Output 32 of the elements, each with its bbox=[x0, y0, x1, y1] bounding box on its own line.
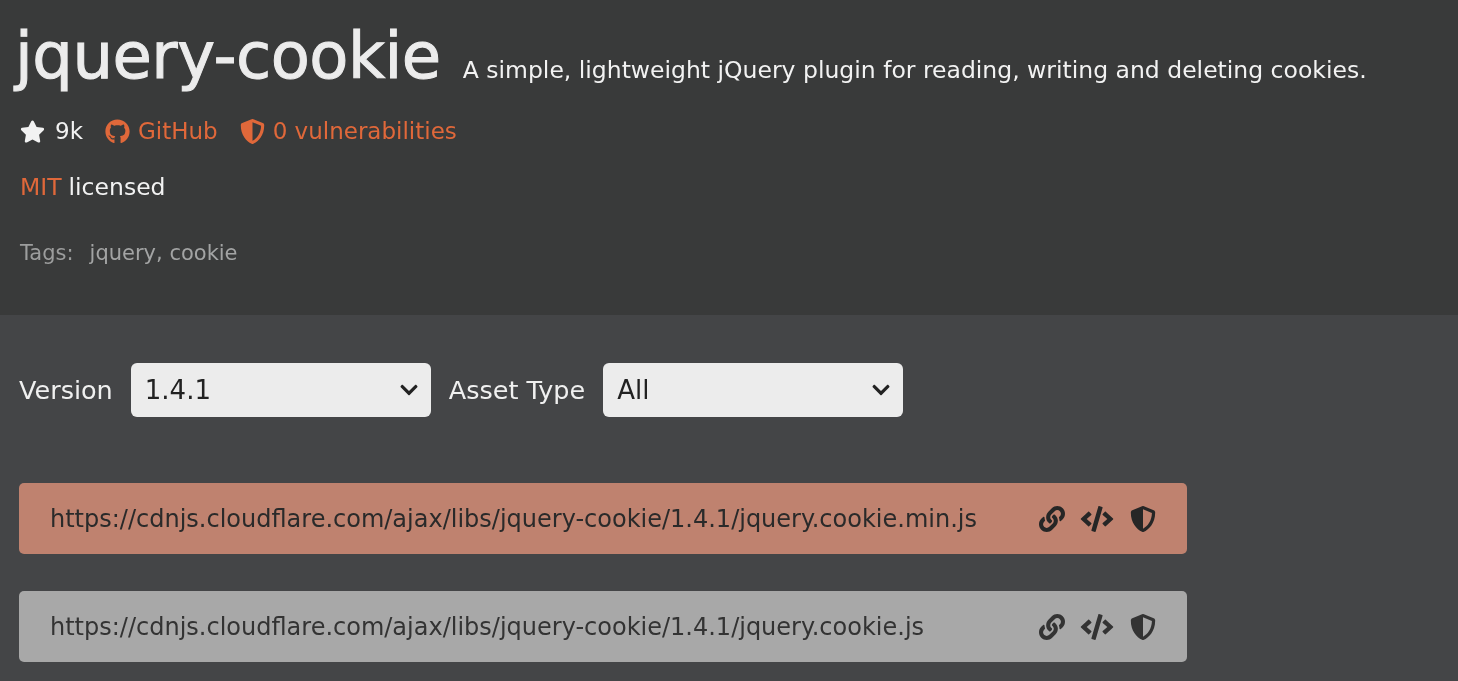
library-title: jquery-cookie bbox=[15, 18, 441, 94]
github-icon bbox=[104, 118, 130, 144]
shield-icon bbox=[1129, 505, 1157, 532]
asset-row[interactable]: https://cdnjs.cloudflare.com/ajax/libs/jquery-cookie/1.4.1/jquery.cookie.min.js bbox=[19, 483, 1187, 554]
link-icon bbox=[1039, 613, 1065, 640]
copy-tag-button[interactable] bbox=[1079, 613, 1115, 640]
code-icon bbox=[1079, 505, 1115, 532]
filter-label: Asset Type bbox=[448, 375, 586, 405]
github-link[interactable]: GitHub bbox=[104, 118, 218, 144]
dropdown-select[interactable]: All bbox=[603, 363, 904, 417]
tags-label: Tags: bbox=[20, 241, 74, 265]
code-icon bbox=[1079, 613, 1115, 640]
license-link[interactable]: MIT bbox=[20, 173, 62, 201]
asset-url: https://cdnjs.cloudflare.com/ajax/libs/jquery-cookie/1.4.1/jquery.cookie.js bbox=[50, 612, 925, 641]
star-icon bbox=[20, 118, 45, 144]
vulnerabilities-link[interactable]: 0 vulnerabilities bbox=[239, 118, 457, 144]
star-count: 9k bbox=[20, 118, 83, 144]
copy-sri-button[interactable] bbox=[1129, 613, 1157, 640]
dropdown-select[interactable]: 1.4.1 bbox=[130, 363, 431, 417]
license-text: licensed bbox=[68, 173, 166, 201]
copy-link-button[interactable] bbox=[1039, 613, 1065, 640]
filter-label: Version bbox=[19, 375, 113, 405]
asset-row[interactable]: https://cdnjs.cloudflare.com/ajax/libs/jquery-cookie/1.4.1/jquery.cookie.js bbox=[19, 591, 1187, 662]
library-description: A simple, lightweight jQuery plugin for reading, writing and deleting cookies. bbox=[462, 56, 1367, 84]
asset-url: https://cdnjs.cloudflare.com/ajax/libs/jquery-cookie/1.4.1/jquery.cookie.min.js bbox=[50, 504, 977, 533]
copy-link-button[interactable] bbox=[1039, 505, 1065, 532]
shield-icon bbox=[239, 118, 265, 144]
shield-icon bbox=[1129, 613, 1157, 640]
copy-sri-button[interactable] bbox=[1129, 505, 1157, 532]
tags-list: jquery, cookie bbox=[89, 241, 238, 265]
copy-tag-button[interactable] bbox=[1079, 505, 1115, 532]
link-icon bbox=[1039, 505, 1065, 532]
